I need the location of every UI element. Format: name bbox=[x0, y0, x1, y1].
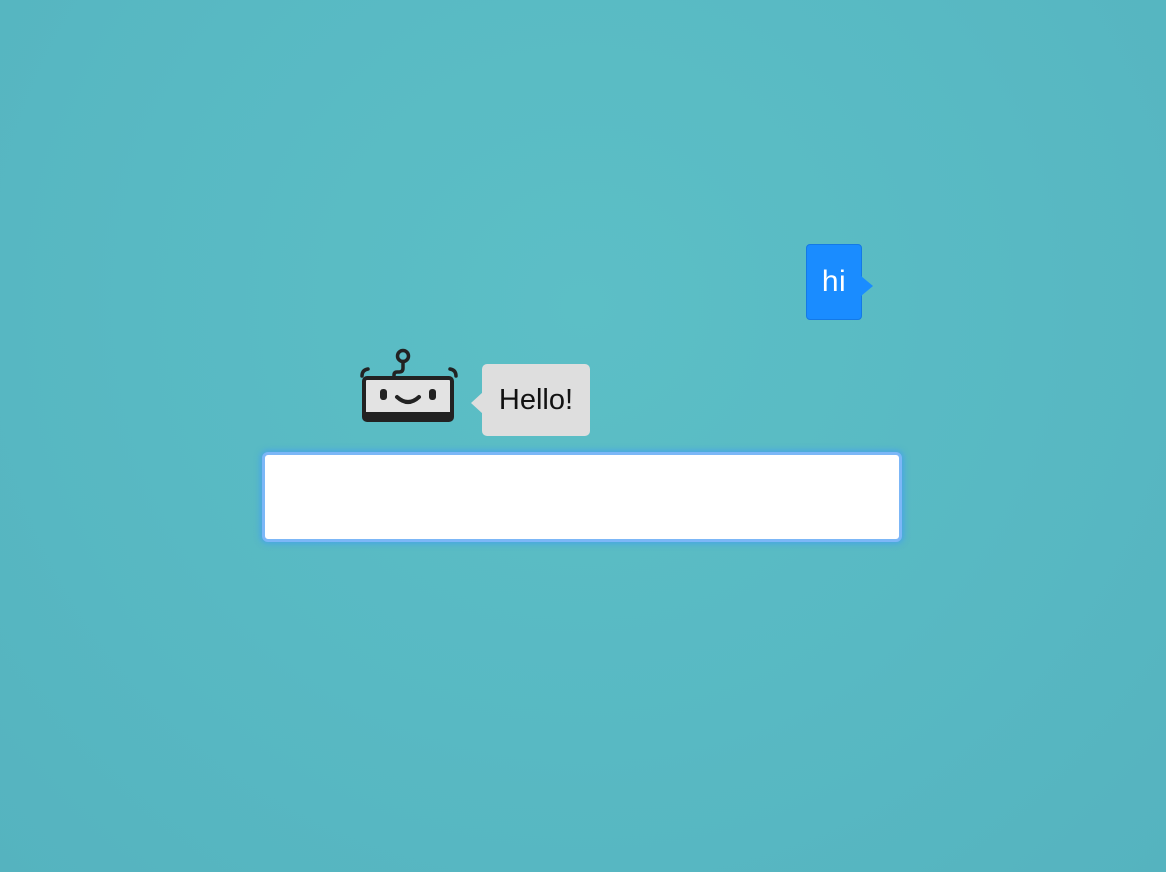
message-input[interactable] bbox=[265, 455, 899, 539]
user-bubble-tail bbox=[861, 276, 873, 296]
chat-area: hi Hello! bbox=[0, 0, 1166, 872]
robot-face-icon bbox=[356, 346, 460, 426]
message-input-container[interactable] bbox=[262, 452, 902, 542]
user-message-text: hi bbox=[821, 265, 847, 298]
bot-message-bubble: Hello! bbox=[482, 364, 590, 436]
user-message-bubble: hi bbox=[806, 244, 862, 320]
bot-message-text: Hello! bbox=[498, 383, 574, 416]
